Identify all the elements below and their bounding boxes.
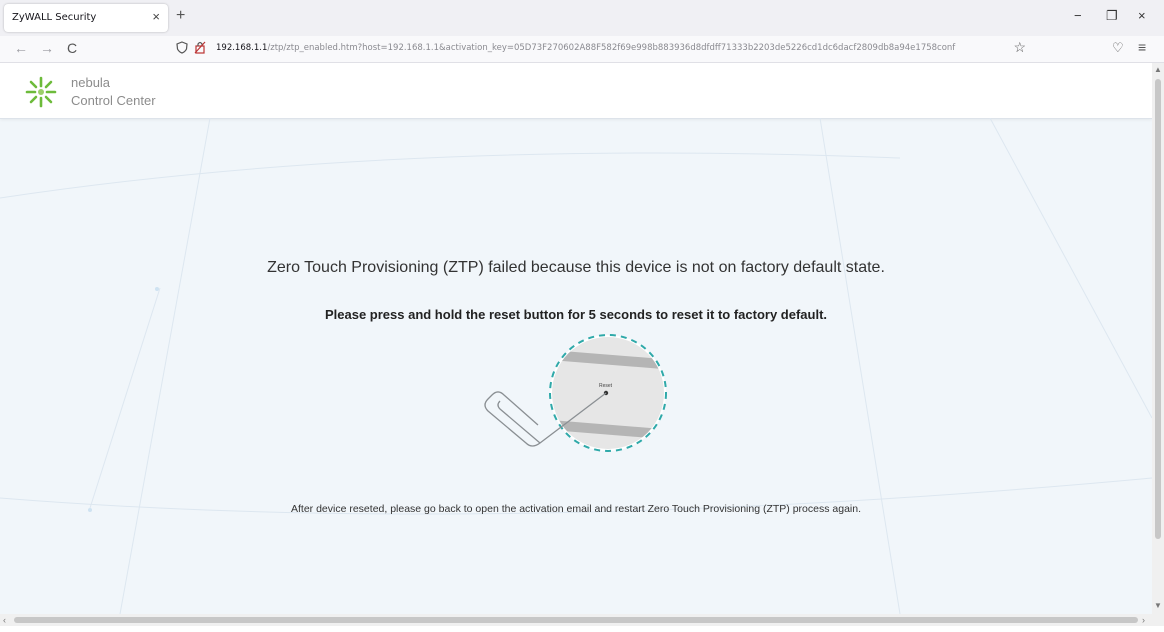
horizontal-scrollbar[interactable]: ‹ › xyxy=(0,614,1152,626)
scrollbar-corner xyxy=(1152,614,1164,626)
menu-icon[interactable]: ≡ xyxy=(1138,39,1146,55)
close-window-button[interactable]: × xyxy=(1138,8,1146,23)
horizontal-scroll-thumb[interactable] xyxy=(14,617,1138,623)
forward-button[interactable]: → xyxy=(40,40,54,56)
reset-illustration: Reset xyxy=(484,334,667,452)
address-bar[interactable]: 192.168.1.1/ztp/ztp_enabled.htm?host=192… xyxy=(168,39,1028,59)
browser-nav-bar: ← → C 192.168.1.1/ztp/ztp_enabled.htm?ho… xyxy=(0,36,1164,63)
reset-label: Reset xyxy=(599,383,613,389)
back-button[interactable]: ← xyxy=(14,40,28,56)
logo-text-control-center: Control Center xyxy=(71,93,156,108)
star-icon[interactable]: ☆ xyxy=(1013,39,1026,56)
reload-button[interactable]: C xyxy=(67,40,77,56)
page-content: nebula Control Center Zero Touch Provisi… xyxy=(0,63,1152,614)
logo-text-nebula: nebula xyxy=(71,75,111,90)
reset-instruction: Please press and hold the reset button f… xyxy=(324,307,828,322)
tab-close-icon[interactable]: × xyxy=(152,9,160,24)
scroll-right-icon[interactable]: › xyxy=(1142,615,1145,625)
lock-icon[interactable] xyxy=(194,40,206,54)
shield-icon[interactable] xyxy=(176,41,188,57)
pocket-icon[interactable]: ♡ xyxy=(1112,40,1124,56)
nebula-logo-icon xyxy=(25,76,57,108)
browser-tab-bar: ZyWALL Security × + − ❐ × xyxy=(0,0,1164,36)
vertical-scrollbar[interactable]: ▲ ▼ xyxy=(1152,63,1164,614)
scroll-left-icon[interactable]: ‹ xyxy=(3,615,6,625)
scroll-up-icon[interactable]: ▲ xyxy=(1154,65,1162,74)
browser-tab[interactable]: ZyWALL Security × xyxy=(4,4,168,32)
scroll-down-icon[interactable]: ▼ xyxy=(1154,601,1162,610)
vertical-scroll-thumb[interactable] xyxy=(1155,79,1161,539)
tab-title: ZyWALL Security xyxy=(12,12,97,23)
app-header: nebula Control Center xyxy=(0,63,1152,119)
footer-note: After device reseted, please go back to … xyxy=(290,503,862,515)
url-text[interactable]: 192.168.1.1/ztp/ztp_enabled.htm?host=192… xyxy=(216,43,996,53)
restore-button[interactable]: ❐ xyxy=(1106,8,1118,24)
minimize-button[interactable]: − xyxy=(1074,8,1082,23)
new-tab-button[interactable]: + xyxy=(176,7,185,25)
error-headline: Zero Touch Provisioning (ZTP) failed bec… xyxy=(267,259,885,276)
